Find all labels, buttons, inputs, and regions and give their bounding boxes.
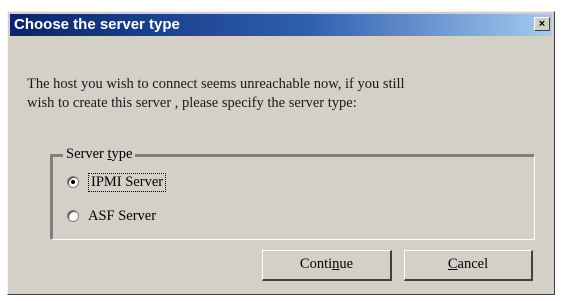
cancel-label-mnemonic: C [447, 256, 458, 272]
dialog-title: Choose the server type [14, 16, 180, 33]
legend-text-pre: Server [66, 146, 108, 162]
ipmi-radio-button[interactable] [67, 176, 79, 188]
message-line-2: wish to create this server , please spec… [27, 95, 357, 111]
radio-option-ipmi-server[interactable]: IPMI Server [67, 172, 167, 192]
asf-server-label[interactable]: ASF Server [88, 208, 156, 225]
server-type-group [51, 155, 535, 240]
continue-label-post: ue [339, 256, 354, 272]
legend-text-post: ype [111, 146, 133, 162]
message-line-1: The host you wish to connect seems unrea… [27, 76, 405, 92]
server-type-group-label: Server type [63, 145, 136, 164]
ipmi-server-label[interactable]: IPMI Server [88, 172, 167, 192]
unreachable-host-message: The host you wish to connect seems unrea… [27, 75, 537, 113]
continue-button[interactable]: Continue [262, 250, 392, 281]
title-bar[interactable]: Choose the server type × [10, 14, 552, 36]
cancel-label-post: ancel [457, 256, 489, 272]
close-icon[interactable]: × [534, 17, 550, 31]
continue-label-pre: Conti [299, 256, 333, 272]
radio-option-asf-server[interactable]: ASF Server [67, 206, 156, 226]
asf-radio-button[interactable] [67, 210, 79, 222]
cancel-button[interactable]: Cancel [404, 250, 533, 281]
server-type-dialog: Choose the server type × The host you wi… [7, 11, 555, 295]
